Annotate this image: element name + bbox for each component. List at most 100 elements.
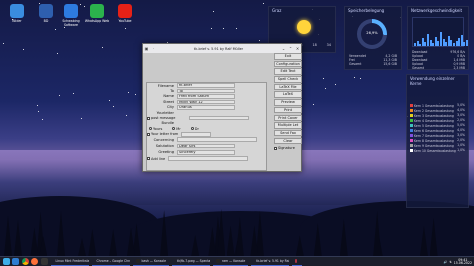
field-input[interactable]: Uranus [177,104,235,110]
desktop-icon[interactable]: YouTube [112,4,138,23]
whatsapp-icon [90,4,104,18]
memory-percent: 26,9% [366,31,378,35]
edit-text-button[interactable]: Edit Text [274,68,302,75]
volume-icon[interactable]: 🔊 [443,260,447,264]
preview-button[interactable]: Preview [274,99,302,106]
add-line-input[interactable] [168,156,249,162]
window-menu-icon[interactable]: ▣ [144,46,149,51]
core-color-swatch [410,114,413,117]
memory-title: Speicherbelegung [348,8,385,13]
star [128,91,130,93]
terminal-icon[interactable] [40,258,48,265]
desktop-icon[interactable]: WhatsApp Web [84,4,110,23]
star [42,118,44,120]
core-color-swatch [410,149,413,152]
clear-button[interactable]: Clear [274,137,302,145]
clock[interactable]: 09:41 15.06.2022 [454,258,472,266]
network-widget[interactable]: Netzwerkgeschwindigkeit Download 976,6 B/… [407,6,469,70]
star [57,53,59,55]
field-input[interactable]: Milky Way 12 [177,99,235,105]
firefox-icon[interactable] [31,258,38,265]
your-letter-from-checkbox[interactable]: Your letter from [147,131,178,137]
desktop-icon[interactable]: BD [33,4,59,23]
greeting-input[interactable]: Sincerely [177,150,235,155]
star [59,95,61,97]
field-input[interactable]: fk-brief [177,83,235,88]
pin-icon[interactable]: ⋅ [151,46,156,51]
core-color-swatch [410,104,413,107]
folder-icon[interactable] [12,258,19,265]
window-title: tk-brief v. 5.91 by Ralf Müller [193,46,244,51]
system-tray: 🔊 ⇅ 09:41 15.06.2022 [443,257,472,266]
taskbar-task[interactable]: bash — Konsole [132,258,169,266]
your-letter-from-input[interactable] [181,131,212,137]
star [223,28,225,30]
desktop-icon[interactable]: Schwabing Software [58,4,84,27]
yourletter-label: Yourletter [156,110,174,115]
star [101,47,103,49]
close-icon[interactable]: ✕ [295,46,300,51]
desktop-icon-label: Bilder [12,19,22,23]
greeting-row: Greeting Sincerely [147,150,266,155]
salutation-input[interactable]: Dear Sirs [177,143,235,149]
star [322,77,324,79]
core-color-swatch [410,134,413,137]
signature-checkbox[interactable]: Signature [274,145,302,151]
add-line-row: Add line [147,156,266,162]
cpu-core-list: Kern 1 Gesamtauslastung 5,0% Kern 2 Gesamt… [409,103,466,153]
cpu-widget[interactable]: Verwendung einzelner Kerne Kern 1 Gesamt… [406,74,469,208]
taskbar-task[interactable]: tk/fb-7.pwg — Spectacle [172,258,210,266]
minimize-icon[interactable]: ⌄ [281,46,286,51]
youtube-icon [118,4,132,18]
network-details: Download 976,6 B/s Upload 0 B/s Download 1,4 … [412,50,465,70]
core-color-swatch [410,129,413,132]
send-fax-button[interactable]: Send Fax [274,129,302,137]
app-launcher-icon[interactable] [2,258,10,265]
field-input[interactable]: To [177,88,235,94]
spell-check-button[interactable]: Spell Check [274,76,302,83]
print-button[interactable]: Print [274,106,302,114]
memory-widget[interactable]: Speicherbelegung 26,9% Verwendet 4,2 GiB F… [344,6,402,70]
latex-button[interactable]: LaTeX [274,91,302,99]
configuration-button[interactable]: Configuration [274,60,302,68]
taskbar-task[interactable]: ram — Konsole [213,258,249,266]
taskbar-task[interactable]: Chrome – Google Chrome [91,258,130,266]
field-label: Name [163,94,174,99]
document-icon [39,4,53,18]
multiple-let-button[interactable]: Multiple Let [274,122,302,129]
taskbar-task[interactable] [292,258,303,266]
star [126,114,128,116]
latex-file-button[interactable]: LaTeX File [274,83,302,91]
weather-day: 34 [326,43,331,47]
taskbar-task[interactable]: tk-brief v. 5.91 by Ralf Müller [251,258,290,266]
desktop-icon-label: WhatsApp Web [84,19,110,23]
core-color-swatch [410,144,413,147]
chrome-icon[interactable] [21,258,29,265]
network-title: Netzwerkgeschwindigkeit [411,8,463,13]
desktop-icon-label: BD [43,19,49,23]
concerning-input[interactable] [177,137,257,142]
post-message-checkbox[interactable]: post message [147,115,175,121]
core-color-swatch [410,124,413,127]
star [72,92,74,94]
tk-brief-window[interactable]: ▣ ⋅ tk-brief v. 5.91 by Ralf Müller ⌄ ⌃ … [142,43,302,172]
post-message-input[interactable] [189,115,250,121]
desktop-icon[interactable]: Bilder [4,4,30,23]
post-message-row: post message [147,115,266,121]
star [259,39,261,41]
add-line-checkbox[interactable]: Add line [147,156,165,162]
salutation-row: Salutation Dear Sirs [147,143,266,149]
field-input[interactable]: Fred from Saturn [177,94,235,99]
exit-button[interactable]: Exit [274,53,302,60]
maximize-icon[interactable]: ⌃ [288,46,293,51]
star [125,28,127,30]
desktop-icon-label: Schwabing Software [62,19,80,27]
star [354,76,356,78]
network-graph-bar [466,40,468,46]
star [359,78,361,80]
window-titlebar[interactable]: ▣ ⋅ tk-brief v. 5.91 by Ralf Müller ⌄ ⌃ … [143,44,301,53]
print-cover-button[interactable]: Print Cover [274,114,302,122]
taskbar-task[interactable]: Linux Mint Frederikstad – Neuer ... [50,258,89,266]
task-app-icon [135,259,140,263]
network-icon[interactable]: ⇅ [449,260,452,264]
